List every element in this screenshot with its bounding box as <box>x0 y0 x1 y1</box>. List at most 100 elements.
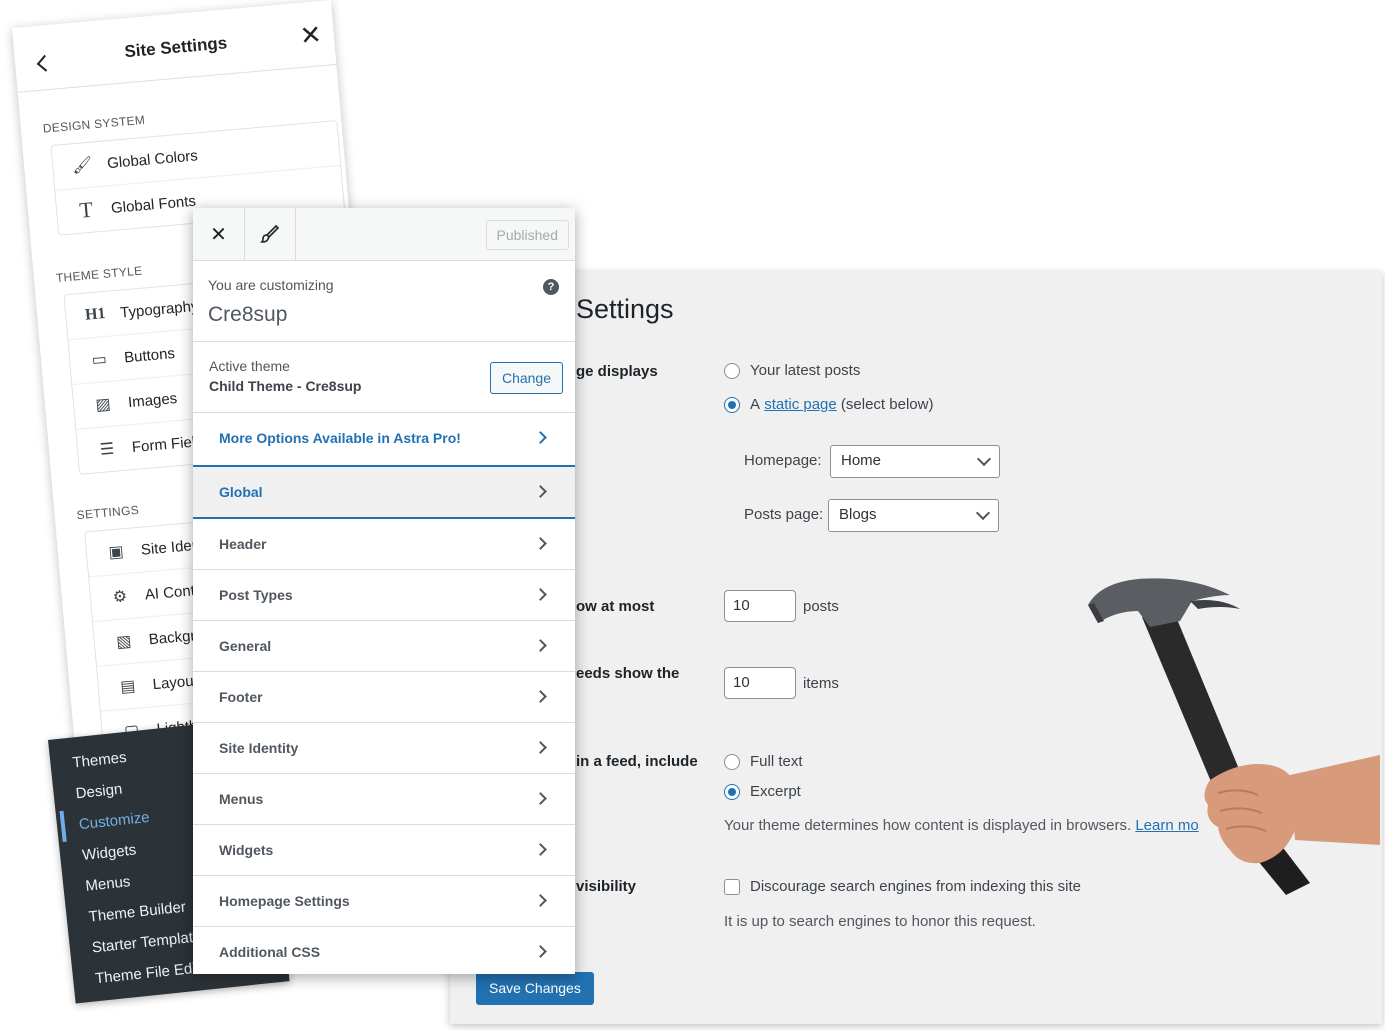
chevron-right-icon <box>534 945 547 958</box>
close-icon[interactable]: ✕ <box>193 208 245 260</box>
feeds-show-label: eeds show the <box>576 665 680 682</box>
search-visibility-label: visibility <box>576 878 637 895</box>
static-page-link[interactable]: static page <box>764 396 837 413</box>
astra-pro-promo[interactable]: More Options Available in Astra Pro! <box>193 413 575 467</box>
customizer-panel: ✕ Published You are customizing Cre8sup … <box>193 208 575 974</box>
text-t-icon: T <box>78 196 94 223</box>
form-field-icon: ☰ <box>99 440 116 459</box>
customizer-topbar: ✕ Published <box>193 208 575 261</box>
excerpt-label: Excerpt <box>750 783 801 800</box>
section-site-identity[interactable]: Site Identity <box>193 723 575 774</box>
buttons-label: Buttons <box>123 344 176 366</box>
section-menus[interactable]: Menus <box>193 774 575 825</box>
discourage-option[interactable]: Discourage search engines from indexing … <box>724 878 1081 895</box>
full-text-label: Full text <box>750 753 803 770</box>
full-text-radio[interactable] <box>724 753 740 770</box>
homepage-label: Homepage: <box>744 452 822 469</box>
honor-note: It is up to search engines to honor this… <box>724 913 1036 930</box>
section-additional-css[interactable]: Additional CSS <box>193 927 575 974</box>
full-text-option[interactable]: Full text <box>724 753 803 770</box>
close-icon[interactable]: ✕ <box>298 19 322 52</box>
section-label: General <box>219 638 272 654</box>
section-label: Post Types <box>219 587 293 603</box>
chevron-right-icon <box>534 639 547 652</box>
help-icon[interactable]: ? <box>543 279 559 295</box>
section-homepage-settings[interactable]: Homepage Settings <box>193 876 575 927</box>
site-settings-title: Site Settings <box>123 33 228 62</box>
design-system-heading: DESIGN SYSTEM <box>42 112 146 136</box>
hammer-hand-image <box>1088 578 1380 895</box>
settings-heading: SETTINGS <box>76 502 140 523</box>
section-header[interactable]: Header <box>193 519 575 570</box>
save-changes-button[interactable]: Save Changes <box>476 972 594 1005</box>
active-theme-label: Active theme <box>209 358 290 374</box>
chevron-right-icon <box>534 690 547 703</box>
published-button[interactable]: Published <box>485 220 569 250</box>
discourage-checkbox[interactable] <box>724 878 740 895</box>
latest-posts-radio[interactable] <box>724 362 740 379</box>
items-unit: items <box>803 675 839 692</box>
form-fields-label: Form Fiel <box>131 433 196 456</box>
ai-chip-icon: ⚙ <box>112 588 128 607</box>
section-label: Additional CSS <box>219 944 321 960</box>
chevron-right-icon <box>534 792 547 805</box>
excerpt-option[interactable]: Excerpt <box>724 783 801 800</box>
section-label: Homepage Settings <box>219 893 350 909</box>
section-global[interactable]: Global <box>193 467 575 519</box>
latest-posts-option[interactable]: Your latest posts <box>724 362 860 379</box>
chevron-right-icon <box>534 537 547 550</box>
static-suffix: (select below) <box>840 396 934 413</box>
section-general[interactable]: General <box>193 621 575 672</box>
section-label: Footer <box>219 689 263 705</box>
images-label: Images <box>127 389 178 411</box>
posts-unit: posts <box>803 598 839 615</box>
show-at-most-label: ow at most <box>576 598 655 615</box>
discourage-label: Discourage search engines from indexing … <box>750 878 1082 895</box>
section-label: Menus <box>219 791 264 807</box>
homepage-displays-label: ge displays <box>576 363 658 380</box>
theme-style-heading: THEME STYLE <box>55 263 143 286</box>
section-footer[interactable]: Footer <box>193 672 575 723</box>
site-identity-label: Site Ider <box>140 536 198 559</box>
global-fonts-label: Global Fonts <box>110 192 197 217</box>
chevron-right-icon <box>534 588 547 601</box>
posts-page-select-value: Blogs <box>839 506 877 523</box>
feed-items-input[interactable]: 10 <box>724 667 796 699</box>
static-page-radio[interactable] <box>724 396 740 413</box>
posts-page-select[interactable]: Blogs <box>828 499 999 532</box>
chevron-right-icon <box>534 485 547 498</box>
posts-per-page-input[interactable]: 10 <box>724 590 796 622</box>
static-prefix: A <box>750 396 761 413</box>
section-label: Global <box>219 484 263 500</box>
page-title: Settings <box>576 294 674 324</box>
chevron-right-icon <box>534 741 547 754</box>
chevron-right-icon <box>534 431 547 444</box>
static-page-option[interactable]: A static page (select below) <box>724 396 933 413</box>
background-label: Backgr <box>148 626 197 648</box>
back-arrow-icon[interactable] <box>36 54 54 72</box>
homepage-select-value: Home <box>841 452 882 469</box>
section-widgets[interactable]: Widgets <box>193 825 575 876</box>
brush-icon: 🖌 <box>71 156 94 176</box>
site-name: Cre8sup <box>208 303 288 326</box>
section-post-types[interactable]: Post Types <box>193 570 575 621</box>
posts-page-label: Posts page: <box>744 506 824 523</box>
change-theme-button[interactable]: Change <box>489 362 563 394</box>
homepage-select[interactable]: Home <box>830 445 1000 478</box>
latest-posts-label: Your latest posts <box>750 362 861 379</box>
chevron-right-icon <box>534 894 547 907</box>
customizing-label: You are customizing <box>208 277 334 293</box>
global-colors-label: Global Colors <box>106 146 199 172</box>
brush-icon[interactable] <box>245 208 296 260</box>
promo-label: More Options Available in Astra Pro! <box>219 430 461 446</box>
button-cursor-icon: ▭ <box>91 351 108 370</box>
customizing-info: You are customizing Cre8sup ? <box>193 261 575 342</box>
typography-label: Typography <box>119 297 200 322</box>
site-identity-icon: ▣ <box>107 543 125 562</box>
layout-icon: ▤ <box>119 677 137 697</box>
chevron-down-icon <box>976 451 992 467</box>
excerpt-radio[interactable] <box>724 783 740 800</box>
image-icon: ▨ <box>94 395 112 415</box>
chevron-down-icon <box>975 505 991 521</box>
site-settings-header: Site Settings ✕ <box>12 0 337 93</box>
